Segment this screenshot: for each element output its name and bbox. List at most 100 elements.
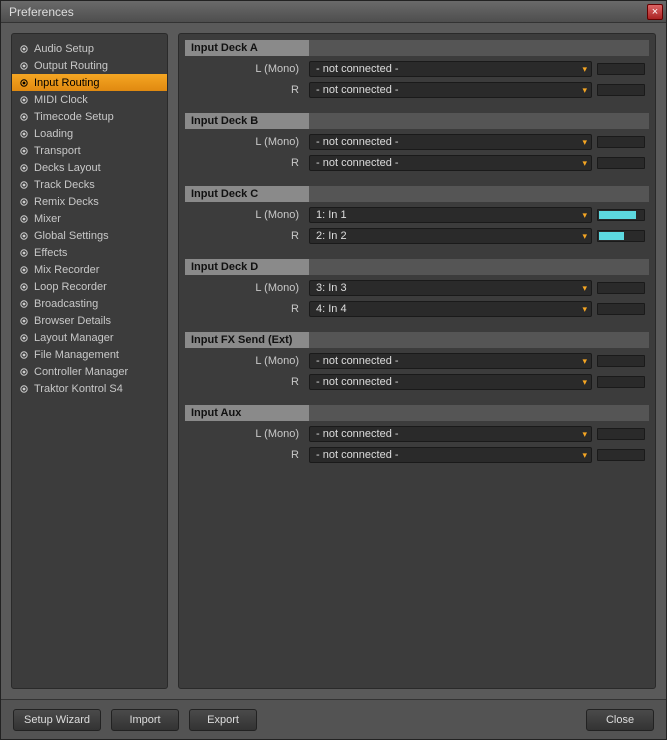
chevron-down-icon: ▾ — [582, 377, 587, 388]
section-title: Input Deck A — [185, 40, 309, 56]
sidebar-item-transport[interactable]: Transport — [12, 142, 167, 159]
sidebar-item-output-routing[interactable]: Output Routing — [12, 57, 167, 74]
sidebar-item-audio-setup[interactable]: Audio Setup — [12, 40, 167, 57]
sidebar-item-global-settings[interactable]: Global Settings — [12, 227, 167, 244]
section-header-bar — [309, 405, 649, 421]
sidebar-item-label: File Management — [34, 349, 119, 361]
section-title: Input FX Send (Ext) — [185, 332, 309, 348]
channel-select[interactable]: - not connected -▾ — [309, 155, 592, 171]
window-close-button[interactable]: × — [647, 4, 663, 20]
channel-select[interactable]: 2: In 2▾ — [309, 228, 592, 244]
channel-select[interactable]: - not connected -▾ — [309, 426, 592, 442]
row-label: R — [185, 84, 309, 96]
sidebar-item-loop-recorder[interactable]: Loop Recorder — [12, 278, 167, 295]
sidebar-item-loading[interactable]: Loading — [12, 125, 167, 142]
chevron-down-icon: ▾ — [582, 85, 587, 96]
sidebar-item-remix-decks[interactable]: Remix Decks — [12, 193, 167, 210]
channel-select[interactable]: - not connected - ▾ — [309, 82, 592, 98]
sidebar-item-label: Timecode Setup — [34, 111, 114, 123]
channel-select[interactable]: 1: In 1▾ — [309, 207, 592, 223]
sidebar-item-broadcasting[interactable]: Broadcasting — [12, 295, 167, 312]
channel-select[interactable]: - not connected -▾ — [309, 374, 592, 390]
input-row: R- not connected -▾ — [185, 154, 649, 172]
level-meter — [597, 376, 645, 388]
input-row: R - not connected - ▾ — [185, 81, 649, 99]
sidebar-item-label: Loop Recorder — [34, 281, 107, 293]
row-label: R — [185, 376, 309, 388]
sidebar-item-track-decks[interactable]: Track Decks — [12, 176, 167, 193]
section-header-bar — [309, 40, 649, 56]
sidebar-item-browser-details[interactable]: Browser Details — [12, 312, 167, 329]
section-title: Input Aux — [185, 405, 309, 421]
sidebar-item-timecode-setup[interactable]: Timecode Setup — [12, 108, 167, 125]
radio-bullet-icon — [20, 266, 28, 274]
input-row: R- not connected -▾ — [185, 373, 649, 391]
sidebar-item-mix-recorder[interactable]: Mix Recorder — [12, 261, 167, 278]
channel-select[interactable]: 3: In 3▾ — [309, 280, 592, 296]
section-header: Input Deck A — [185, 40, 649, 56]
row-label: R — [185, 303, 309, 315]
level-meter-fill — [599, 232, 624, 240]
select-value: 4: In 4 — [316, 303, 347, 315]
setup-wizard-button[interactable]: Setup Wizard — [13, 709, 101, 731]
sidebar-item-input-routing[interactable]: Input Routing — [12, 74, 167, 91]
channel-select[interactable]: - not connected -▾ — [309, 134, 592, 150]
import-button[interactable]: Import — [111, 709, 179, 731]
chevron-down-icon: ▾ — [582, 231, 587, 242]
input-row: R- not connected -▾ — [185, 446, 649, 464]
chevron-down-icon: ▾ — [582, 158, 587, 169]
row-label: L (Mono) — [185, 355, 309, 367]
channel-select[interactable]: - not connected -▾ — [309, 61, 592, 77]
sidebar-item-label: Input Routing — [34, 77, 99, 89]
sidebar: Audio SetupOutput Routing Input Routing MI… — [11, 33, 168, 689]
channel-select[interactable]: 4: In 4 ▾ — [309, 301, 592, 317]
sidebar-item-label: Decks Layout — [34, 162, 101, 174]
chevron-down-icon: ▾ — [582, 137, 587, 148]
section-title: Input Deck C — [185, 186, 309, 202]
select-value: - not connected - — [316, 428, 399, 440]
section-header-bar — [309, 186, 649, 202]
radio-bullet-icon — [20, 232, 28, 240]
level-meter — [597, 282, 645, 294]
select-value: - not connected - — [316, 449, 399, 461]
footer: Setup Wizard Import Export Close — [1, 699, 666, 739]
sidebar-item-controller-manager[interactable]: Controller Manager — [12, 363, 167, 380]
sidebar-item-decks-layout[interactable]: Decks Layout — [12, 159, 167, 176]
radio-bullet-icon — [20, 300, 28, 308]
section-header-bar — [309, 259, 649, 275]
window-title: Preferences — [5, 5, 74, 19]
radio-bullet-icon — [20, 249, 28, 257]
chevron-down-icon: ▾ — [582, 304, 587, 315]
section-title: Input Deck B — [185, 113, 309, 129]
select-value: 1: In 1 — [316, 209, 347, 221]
sidebar-item-effects[interactable]: Effects — [12, 244, 167, 261]
input-row: L (Mono)3: In 3▾ — [185, 279, 649, 297]
radio-bullet-icon — [20, 164, 28, 172]
sidebar-item-traktor-kontrol-s4[interactable]: Traktor Kontrol S4 — [12, 380, 167, 397]
sidebar-item-file-management[interactable]: File Management — [12, 346, 167, 363]
channel-select[interactable]: - not connected -▾ — [309, 353, 592, 369]
radio-bullet-icon — [20, 130, 28, 138]
radio-bullet-icon — [20, 62, 28, 70]
sidebar-item-midi-clock[interactable]: MIDI Clock — [12, 91, 167, 108]
input-row: L (Mono)- not connected -▾ — [185, 425, 649, 443]
channel-select[interactable]: - not connected -▾ — [309, 447, 592, 463]
sidebar-item-label: Transport — [34, 145, 81, 157]
sidebar-item-label: Mixer — [34, 213, 61, 225]
select-value: - not connected - — [316, 84, 399, 96]
close-button[interactable]: Close — [586, 709, 654, 731]
radio-bullet-icon — [20, 181, 28, 189]
row-label: R — [185, 230, 309, 242]
radio-bullet-icon — [20, 113, 28, 121]
sidebar-item-label: Remix Decks — [34, 196, 99, 208]
export-button[interactable]: Export — [189, 709, 257, 731]
radio-bullet-icon — [20, 96, 28, 104]
section-input-deck-d: Input Deck DL (Mono)3: In 3▾R4: In 4▾ — [185, 259, 649, 318]
sidebar-item-label: Mix Recorder — [34, 264, 99, 276]
chevron-down-icon: ▾ — [582, 64, 587, 75]
preferences-window: Preferences × Audio SetupOutput Routing I… — [0, 0, 667, 740]
select-value: - not connected - — [316, 355, 399, 367]
row-label: R — [185, 449, 309, 461]
sidebar-item-layout-manager[interactable]: Layout Manager — [12, 329, 167, 346]
sidebar-item-mixer[interactable]: Mixer — [12, 210, 167, 227]
